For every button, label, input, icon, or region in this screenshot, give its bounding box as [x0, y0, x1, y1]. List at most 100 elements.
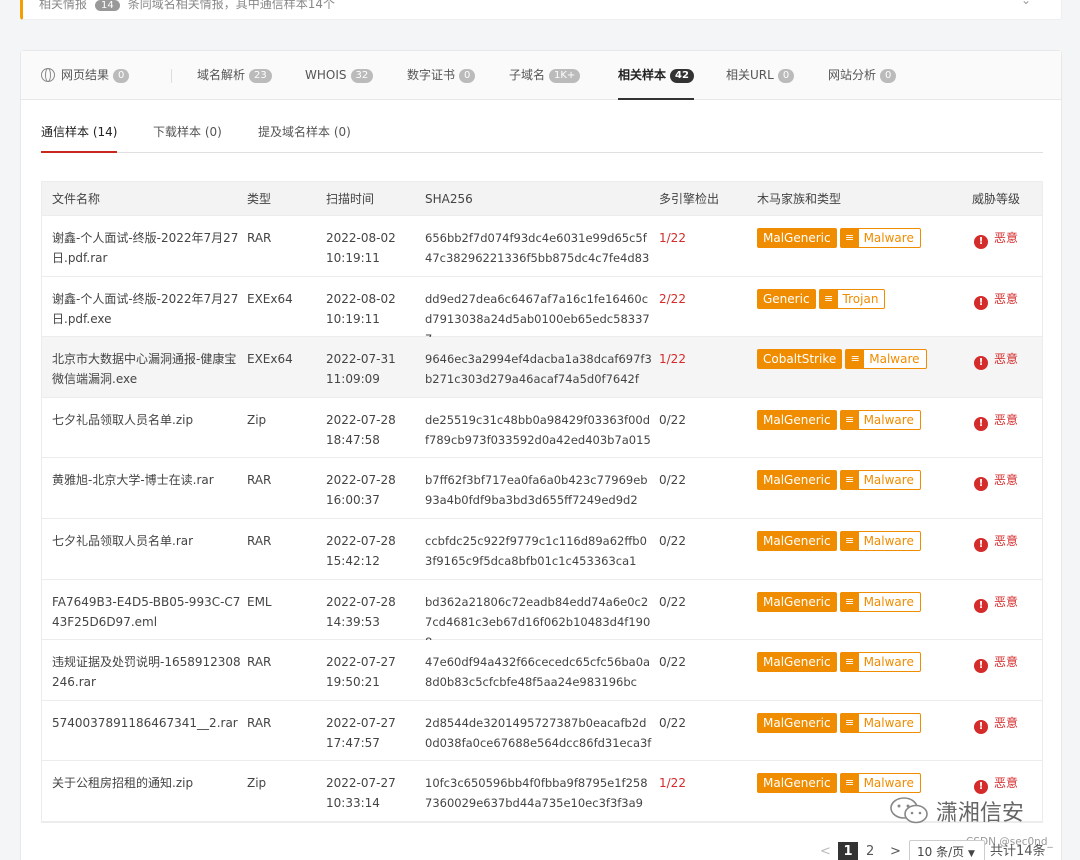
sha256-hash[interactable]: 9646ec3a2994ef4dacba1a38dcaf697f3b271c30…	[425, 349, 653, 389]
sample-sub-tabs: 通信样本 (14) 下载样本 (0) 提及域名样本 (0)	[41, 123, 1043, 153]
tab-whois[interactable]: WHOIS 32	[305, 51, 374, 100]
table-row[interactable]: 七夕礼品领取人员名单.zip Zip 2022-07-28 18:47:58 de255…	[42, 397, 1042, 459]
family-tag[interactable]: Generic	[757, 288, 816, 309]
file-name[interactable]: 北京市大数据中心漏洞通报-健康宝微信端漏洞.exe	[52, 349, 242, 389]
category-tag[interactable]: ≡ Malware	[839, 470, 921, 491]
main-tab-bar: 网页结果 0 域名解析 23 WHOIS 32 数字证书 0 子域名 1K+ 相关样本 42…	[21, 51, 1061, 100]
category-tag[interactable]: ≡ Malware	[839, 712, 921, 733]
family-tag[interactable]: MalGeneric	[757, 652, 837, 673]
table-row[interactable]: 违规证据及处罚说明-1658912308246.rar RAR 2022-07-27…	[42, 640, 1042, 701]
scan-date: 2022-07-27	[326, 776, 396, 791]
threat-level: ! 恶意	[974, 531, 1018, 552]
file-name[interactable]: 谢鑫-个人面试-终版-2022年7月27日.pdf.rar	[52, 228, 242, 268]
tab-web-results[interactable]: 网页结果 0	[41, 51, 130, 100]
scan-clock: 15:42:12	[326, 553, 380, 568]
col-sha256: SHA256	[425, 192, 473, 206]
family-tag[interactable]: CobaltStrike	[757, 349, 843, 370]
category-tag[interactable]: ≡ Malware	[839, 773, 921, 794]
tab-related-samples[interactable]: 相关样本 42	[618, 51, 694, 100]
scan-time: 2022-08-02 10:19:11	[326, 228, 406, 268]
threat-level: ! 恶意	[974, 773, 1018, 795]
page-2-button[interactable]: 2	[866, 842, 874, 860]
chevron-down-icon[interactable]: ⌄	[1021, 0, 1031, 7]
related-intel-alert[interactable]: 相关情报 14 条同域名相关情报，其中通信样本14个 ⌄	[20, 0, 1062, 20]
next-page-button[interactable]: >	[890, 842, 901, 860]
scan-time: 2022-07-28 14:39:53	[326, 592, 406, 632]
tab-subdomains[interactable]: 子域名 1K+	[509, 51, 581, 100]
threat-level: ! 恶意	[974, 289, 1018, 310]
table-row[interactable]: 谢鑫-个人面试-终版-2022年7月27日.pdf.rar RAR 2022-08-…	[42, 216, 1042, 277]
category-tag[interactable]: ≡ Malware	[839, 591, 921, 612]
sha256-hash[interactable]: b7ff62f3bf717ea0fa6a0b423c77969eb93a4b0f…	[425, 470, 653, 510]
table-row[interactable]: FA7649B3-E4D5-BB05-993C-C743F25D6D97.eml…	[42, 579, 1042, 649]
category-tag[interactable]: ≡ Malware	[839, 228, 921, 248]
tab-site-analysis[interactable]: 网站分析 0	[828, 51, 897, 100]
file-name[interactable]: FA7649B3-E4D5-BB05-993C-C743F25D6D97.eml	[52, 592, 242, 632]
page-size-select[interactable]: 10 条/页 ▼	[909, 840, 985, 860]
subtab-communication-samples[interactable]: 通信样本 (14)	[41, 123, 118, 153]
category-tag[interactable]: ≡ Malware	[839, 409, 921, 430]
family-tag[interactable]: MalGeneric	[757, 228, 837, 248]
file-name[interactable]: 黄雅旭-北京大学-博士在读.rar	[52, 470, 242, 490]
scan-date: 2022-07-28	[326, 594, 396, 609]
family-tags: MalGeneric ≡ Malware	[757, 773, 921, 794]
scan-time: 2022-08-02 10:19:11	[326, 289, 406, 329]
family-tag[interactable]: MalGeneric	[757, 409, 837, 430]
file-name[interactable]: 违规证据及处罚说明-1658912308246.rar	[52, 652, 242, 692]
family-tag[interactable]: MalGeneric	[757, 530, 837, 551]
sha256-hash[interactable]: 656bb2f7d074f93dc4e6031e99d65c5f47c38296…	[425, 228, 653, 268]
col-family-type: 木马家族和类型	[757, 192, 842, 206]
layers-icon: ≡	[840, 592, 859, 611]
file-type: EXEx64	[247, 291, 293, 306]
alert-icon: !	[974, 295, 988, 310]
alert-icon: !	[974, 235, 988, 249]
tab-dns-resolution[interactable]: 域名解析 23	[197, 51, 272, 100]
table-row[interactable]: 谢鑫-个人面试-终版-2022年7月27日.pdf.exe EXEx64 2022-…	[42, 276, 1042, 346]
scan-time: 2022-07-28 16:00:37	[326, 470, 406, 510]
table-row[interactable]: 七夕礼品领取人员名单.rar RAR 2022-07-28 15:42:12 ccbfd…	[42, 518, 1042, 580]
alert-icon: !	[974, 477, 988, 492]
tab-related-url[interactable]: 相关URL 0	[726, 51, 795, 100]
category-tag[interactable]: ≡ Malware	[839, 530, 921, 551]
file-type: RAR	[247, 231, 272, 245]
sha256-hash[interactable]: 2d8544de3201495727387b0eacafb2d0d038fa0c…	[425, 713, 653, 753]
subtab-download-samples[interactable]: 下载样本 (0)	[153, 123, 222, 153]
file-name[interactable]: 关于公租房招租的通知.zip	[52, 773, 242, 793]
prev-page-button[interactable]: <	[820, 842, 831, 860]
scan-clock: 10:33:14	[326, 796, 380, 811]
category-tag[interactable]: ≡ Malware	[839, 652, 921, 673]
category-tag[interactable]: ≡ Malware	[845, 349, 927, 370]
family-tags: MalGeneric ≡ Malware	[757, 470, 921, 491]
sha256-hash[interactable]: ccbfdc25c922f9779c1c116d89a62ffb03f9165c…	[425, 531, 653, 571]
file-name[interactable]: 七夕礼品领取人员名单.rar	[52, 531, 242, 551]
file-name[interactable]: 谢鑫-个人面试-终版-2022年7月27日.pdf.exe	[52, 289, 242, 329]
detection-ratio: 1/22	[659, 352, 686, 367]
table-row[interactable]: 5740037891186467341__2.rar RAR 2022-07-27 1…	[42, 700, 1042, 762]
col-threat-level: 威胁等级	[972, 192, 1021, 206]
sha256-hash[interactable]: 10fc3c650596bb4f0fbba9f8795e1f2587360029…	[425, 773, 653, 813]
total-count: 共计14条	[990, 844, 1046, 859]
file-name[interactable]: 七夕礼品领取人员名单.zip	[52, 410, 242, 430]
file-type: Zip	[247, 776, 267, 791]
table-row[interactable]: 北京市大数据中心漏洞通报-健康宝微信端漏洞.exe EXEx64 2022-07-3…	[42, 337, 1042, 398]
pagination: < 1 2 > 10 条/页 ▼ 共计14条	[0, 840, 1080, 860]
family-tag[interactable]: MalGeneric	[757, 591, 837, 612]
scan-clock: 10:19:11	[326, 251, 380, 265]
file-type: RAR	[247, 473, 272, 488]
table-row[interactable]: 黄雅旭-北京大学-博士在读.rar RAR 2022-07-28 16:00:37 b7…	[42, 458, 1042, 519]
family-tag[interactable]: MalGeneric	[757, 470, 837, 491]
family-tag[interactable]: MalGeneric	[757, 773, 837, 794]
family-tag[interactable]: MalGeneric	[757, 712, 837, 733]
category-tag[interactable]: ≡ Trojan	[818, 288, 886, 309]
page-1-button[interactable]: 1	[838, 842, 858, 860]
sha256-hash[interactable]: de25519c31c48bb0a98429f03363f00df789cb97…	[425, 410, 653, 450]
file-type: EXEx64	[247, 352, 293, 367]
alert-icon: !	[974, 356, 988, 371]
scan-time: 2022-07-27 10:33:14	[326, 773, 406, 813]
layers-icon: ≡	[840, 653, 859, 672]
subtab-mention-samples[interactable]: 提及域名样本 (0)	[258, 123, 351, 153]
globe-icon	[41, 68, 55, 82]
file-name[interactable]: 5740037891186467341__2.rar	[52, 713, 242, 733]
sha256-hash[interactable]: 47e60df94a432f66cecedc65cfc56ba0a8d0b83c…	[425, 652, 653, 692]
tab-certificates[interactable]: 数字证书 0	[407, 51, 476, 100]
